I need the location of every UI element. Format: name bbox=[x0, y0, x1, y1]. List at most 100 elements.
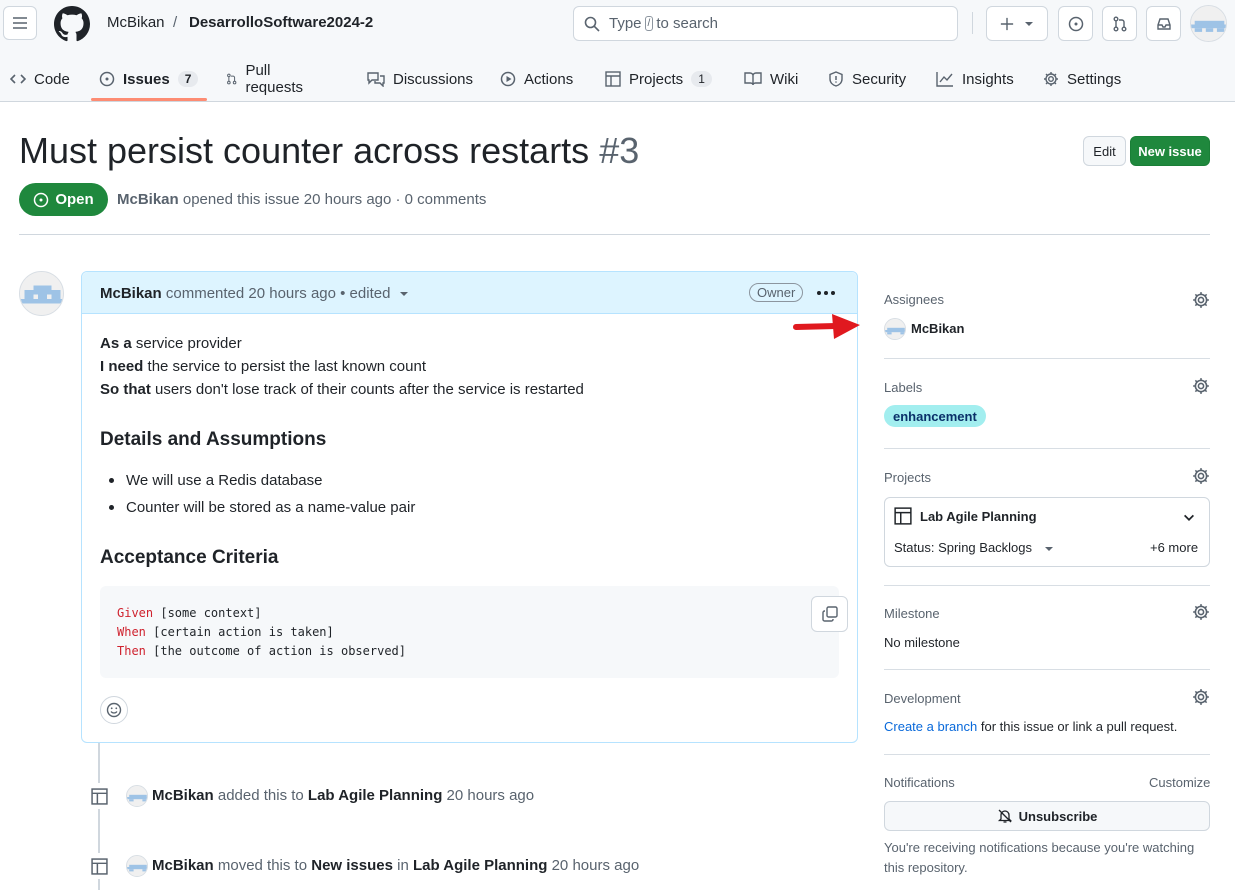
comment-author[interactable]: McBikan bbox=[100, 285, 162, 302]
timeline-avatar[interactable] bbox=[126, 785, 148, 807]
code-icon bbox=[10, 74, 26, 84]
assignees-label: Assignees bbox=[884, 292, 944, 307]
github-logo-icon[interactable] bbox=[54, 6, 90, 42]
kebab-horizontal-icon bbox=[817, 291, 835, 295]
unsubscribe-label: Unsubscribe bbox=[1018, 808, 1098, 824]
timeline-mid: in bbox=[392, 857, 413, 874]
project-status[interactable]: Status: Spring Backlogs bbox=[894, 540, 1054, 555]
issue-author-link[interactable]: McBikan bbox=[117, 191, 179, 208]
code-keyword: When bbox=[117, 625, 146, 639]
new-issue-button[interactable]: New issue bbox=[1130, 136, 1210, 166]
active-tab-indicator bbox=[91, 98, 207, 101]
timeline-project-icon bbox=[86, 853, 112, 879]
graph-icon bbox=[936, 72, 953, 87]
assignee-name[interactable]: McBikan bbox=[911, 321, 964, 336]
comment-options-button[interactable] bbox=[814, 284, 838, 302]
user-avatar[interactable] bbox=[1190, 5, 1227, 42]
issue-comment: McBikan commented 20 hours ago • edited … bbox=[81, 271, 858, 743]
inbox-button[interactable] bbox=[1146, 6, 1181, 41]
development-rest: for this issue or link a pull request. bbox=[977, 719, 1178, 734]
unsubscribe-button[interactable]: Unsubscribe bbox=[884, 801, 1210, 831]
pull-requests-button[interactable] bbox=[1102, 6, 1137, 41]
milestone-settings-button[interactable] bbox=[1192, 603, 1210, 621]
milestone-label: Milestone bbox=[884, 606, 940, 621]
development-text: Create a branch for this issue or link a… bbox=[884, 719, 1177, 734]
label-enhancement[interactable]: enhancement bbox=[884, 405, 986, 427]
copy-icon bbox=[821, 606, 838, 622]
breadcrumb-repo[interactable]: DesarrolloSoftware2024-2 bbox=[189, 14, 373, 31]
create-new-button[interactable] bbox=[986, 6, 1048, 41]
timeline-target[interactable]: Lab Agile Planning bbox=[308, 787, 442, 804]
add-reaction-button[interactable] bbox=[100, 696, 128, 724]
story-lead: As a bbox=[100, 335, 132, 352]
menu-button[interactable] bbox=[3, 6, 37, 40]
edit-button[interactable]: Edit bbox=[1083, 136, 1126, 166]
shield-icon bbox=[829, 71, 843, 87]
tab-label: Pull requests bbox=[245, 62, 303, 96]
story-line: As a service provider bbox=[100, 335, 242, 352]
story-lead: I need bbox=[100, 358, 144, 375]
status-label: Open bbox=[55, 191, 94, 208]
tab-pull-requests[interactable]: Pull requests bbox=[226, 56, 308, 102]
comment-author-avatar[interactable] bbox=[19, 271, 64, 316]
annotation-arrow-icon bbox=[793, 314, 860, 339]
smiley-icon bbox=[106, 702, 122, 718]
tab-discussions[interactable]: Discussions bbox=[367, 56, 473, 102]
play-icon bbox=[500, 71, 516, 87]
projects-settings-button[interactable] bbox=[1192, 467, 1210, 485]
timeline-actor[interactable]: McBikan bbox=[152, 787, 214, 804]
issue-title: Must persist counter across restarts #3 bbox=[19, 130, 639, 172]
project-more-fields[interactable]: +6 more bbox=[1150, 540, 1198, 555]
table-icon bbox=[90, 787, 108, 805]
tab-insights[interactable]: Insights bbox=[936, 56, 1014, 102]
comment-timestamp[interactable]: commented 20 hours ago • edited bbox=[166, 285, 391, 302]
tab-issues[interactable]: Issues 7 bbox=[99, 56, 199, 102]
chevron-down-icon[interactable] bbox=[1182, 511, 1196, 525]
bullet-dot bbox=[109, 505, 114, 510]
comment-meta: McBikan commented 20 hours ago • edited bbox=[100, 285, 409, 302]
code-text: [certain action is taken] bbox=[145, 625, 334, 639]
caret-down-icon[interactable] bbox=[399, 289, 409, 299]
milestone-value: No milestone bbox=[884, 635, 960, 650]
comment-header: McBikan commented 20 hours ago • edited … bbox=[82, 272, 857, 314]
copy-button[interactable] bbox=[811, 596, 848, 632]
assignee-avatar[interactable] bbox=[884, 318, 906, 340]
issue-icon bbox=[1068, 16, 1083, 31]
timeline-time[interactable]: 20 hours ago bbox=[547, 857, 640, 874]
search-suffix: to search bbox=[656, 15, 719, 32]
timeline-avatar[interactable] bbox=[126, 855, 148, 877]
breadcrumb-owner[interactable]: McBikan bbox=[107, 14, 165, 31]
timeline-time[interactable]: 20 hours ago bbox=[442, 787, 535, 804]
project-name[interactable]: Lab Agile Planning bbox=[920, 509, 1037, 524]
gear-icon bbox=[1193, 689, 1209, 705]
development-settings-button[interactable] bbox=[1192, 688, 1210, 706]
development-label: Development bbox=[884, 691, 961, 706]
timeline-target[interactable]: Lab Agile Planning bbox=[413, 857, 547, 874]
tab-code[interactable]: Code bbox=[10, 56, 70, 102]
timeline-verb: added this to bbox=[213, 787, 308, 804]
timeline-actor[interactable]: McBikan bbox=[152, 857, 214, 874]
tab-wiki[interactable]: Wiki bbox=[744, 56, 798, 102]
bell-slash-icon bbox=[997, 809, 1012, 823]
search-input[interactable]: Type / to search bbox=[573, 6, 958, 41]
issues-button[interactable] bbox=[1058, 6, 1093, 41]
labels-label: Labels bbox=[884, 380, 923, 395]
tab-label: Actions bbox=[524, 70, 574, 88]
search-prefix: Type bbox=[609, 15, 642, 32]
tab-label: Insights bbox=[962, 70, 1014, 88]
assignees-settings-button[interactable] bbox=[1192, 291, 1210, 309]
tab-security[interactable]: Security bbox=[828, 56, 906, 102]
tab-settings[interactable]: Settings bbox=[1043, 56, 1121, 102]
tab-actions[interactable]: Actions bbox=[500, 56, 573, 102]
table-icon bbox=[894, 507, 912, 525]
issue-number: #3 bbox=[599, 130, 640, 171]
issue-open-icon bbox=[34, 192, 49, 207]
create-branch-link[interactable]: Create a branch bbox=[884, 719, 977, 734]
customize-link[interactable]: Customize bbox=[1149, 775, 1210, 790]
code-keyword: Given bbox=[117, 606, 154, 620]
status-badge: Open bbox=[19, 183, 108, 216]
acceptance-heading: Acceptance Criteria bbox=[100, 547, 279, 568]
project-status-text: Status: Spring Backlogs bbox=[894, 540, 1033, 555]
labels-settings-button[interactable] bbox=[1192, 377, 1210, 395]
tab-projects[interactable]: Projects 1 bbox=[605, 56, 712, 102]
